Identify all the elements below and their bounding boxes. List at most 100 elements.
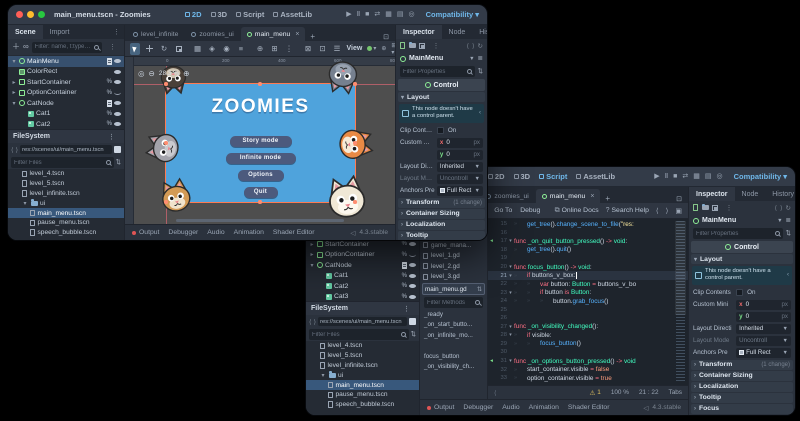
- section-layout[interactable]: ▾ Layout: [398, 92, 485, 102]
- history-back-icon[interactable]: ⟨: [466, 42, 469, 50]
- pause-button[interactable]: Ⅱ: [665, 173, 668, 181]
- visibility-icon[interactable]: [114, 100, 121, 107]
- close-icon[interactable]: ×: [590, 193, 594, 200]
- visibility-icon[interactable]: [114, 58, 121, 65]
- lock-node-button[interactable]: ⊠: [303, 43, 313, 55]
- stop-button[interactable]: ■: [673, 173, 677, 181]
- method-item[interactable]: [420, 341, 487, 352]
- history-tab[interactable]: History: [472, 25, 487, 39]
- maximize-window-icon[interactable]: [38, 11, 45, 18]
- remote-debug-icon[interactable]: ⇄: [682, 173, 688, 181]
- method-item[interactable]: _on_start_butto...: [420, 320, 487, 331]
- dock-menu-icon[interactable]: ⋮: [109, 28, 124, 36]
- zoom-in-icon[interactable]: ⊕: [183, 69, 189, 78]
- nav-forward-icon[interactable]: ⟩: [314, 318, 317, 326]
- open-node-dock-icon[interactable]: ≣: [786, 216, 791, 226]
- import-dock-tab[interactable]: Import: [43, 25, 77, 39]
- shader-editor-panel-button[interactable]: Shader Editor: [568, 404, 610, 411]
- min-size-y-field[interactable]: y 0 px: [436, 149, 483, 160]
- property-sort-icon[interactable]: ⇅: [478, 67, 483, 77]
- tab-2d[interactable]: 2D: [487, 172, 505, 181]
- script-badge-icon[interactable]: [107, 100, 112, 107]
- script-badge-icon[interactable]: [107, 58, 112, 65]
- code-line-21[interactable]: 21 ▾» if buttons_v_box:: [488, 271, 688, 280]
- goto-menu[interactable]: Go To: [494, 207, 512, 214]
- tab-3d[interactable]: 3D: [210, 10, 227, 19]
- visibility-icon[interactable]: [409, 262, 416, 269]
- 2d-viewport[interactable]: 0 200 400 600 800 ZOOMIES Story mode Inf…: [125, 57, 395, 224]
- resource-menu-icon[interactable]: ⋮: [722, 204, 737, 212]
- editor-zoom-label[interactable]: 100 %: [611, 389, 629, 396]
- tree-node-colorrect[interactable]: ColorRect: [8, 67, 124, 78]
- tree-node-mainmenu[interactable]: ▾ MainMenu: [8, 56, 124, 67]
- file-row[interactable]: level_4.tscn: [306, 341, 419, 351]
- load-resource-icon[interactable]: [701, 203, 709, 210]
- tab-3d[interactable]: 3D: [513, 172, 530, 181]
- history-forward-icon[interactable]: ⟩: [780, 204, 783, 212]
- code-line-19[interactable]: 19: [488, 254, 688, 263]
- file-row[interactable]: speech_bubble.tscn: [8, 228, 124, 238]
- scene-tree[interactable]: ▾ MainMenu ColorRect ▸ StartContainer % …: [8, 55, 124, 129]
- code-editor[interactable]: 15» get_tree (). change_scene_to_file("res:…: [488, 219, 688, 399]
- filter-methods-input[interactable]: Filter Methods: [424, 297, 483, 308]
- tree-node-startcontainer[interactable]: ▸ StartContainer %: [8, 77, 124, 88]
- history-tab[interactable]: History: [765, 187, 795, 201]
- current-script-item[interactable]: main_menu.gd ⇅: [422, 283, 485, 295]
- audio-panel-button[interactable]: Audio: [207, 229, 224, 236]
- new-resource-icon[interactable]: [400, 42, 405, 49]
- move-tool-button[interactable]: [145, 43, 155, 55]
- window-titlebar[interactable]: main_menu.tscn - Zoomies 2D 3D Script As…: [8, 5, 487, 25]
- code-minimap[interactable]: [675, 221, 686, 383]
- filter-files-input[interactable]: Filter Files: [309, 329, 409, 340]
- tree-node-optioncontainer[interactable]: ▸ OptionContainer %: [8, 88, 124, 99]
- tree-node-cat3[interactable]: Cat3 %: [306, 292, 419, 302]
- visibility-off-icon[interactable]: [409, 252, 416, 258]
- play-button[interactable]: ▶: [346, 11, 351, 19]
- preview-mode-dropdown[interactable]: ▾: [367, 45, 376, 52]
- visibility-icon[interactable]: [114, 79, 121, 86]
- folder-row-ui[interactable]: ▾ ui: [306, 370, 419, 380]
- play-button[interactable]: ▶: [654, 173, 659, 181]
- scene-dock-tab[interactable]: Scene: [8, 25, 43, 39]
- scene-tab-zoomies-ui[interactable]: zoomies_ui: [480, 189, 534, 203]
- inspector-tab[interactable]: Inspector: [689, 187, 735, 201]
- layout-direction-select[interactable]: Inherited ▼: [736, 323, 791, 334]
- script-item[interactable]: level_1.gd: [420, 251, 487, 262]
- expand-icon[interactable]: ⊡: [672, 195, 686, 203]
- scene-tab-main-menu[interactable]: main_menu ×: [535, 189, 601, 203]
- save-resource-icon[interactable]: [712, 204, 718, 211]
- remote-debug-icon[interactable]: ⇄: [374, 11, 380, 19]
- output-panel-button[interactable]: Output: [132, 229, 159, 236]
- layout-mode-select[interactable]: Uncontroll ▼: [736, 335, 791, 346]
- warnings-badge[interactable]: ⚠ 1: [590, 389, 601, 397]
- save-resource-icon[interactable]: [419, 42, 425, 49]
- section-container-sizing[interactable]: › Container Sizing: [398, 208, 485, 219]
- sort-scripts-icon[interactable]: ⇅: [477, 286, 482, 293]
- code-line-15[interactable]: 15» get_tree (). change_scene_to_file("res:: [488, 220, 688, 229]
- sort-files-icon[interactable]: ⇅: [411, 330, 416, 340]
- history-back-icon[interactable]: ⟨: [774, 204, 777, 212]
- filter-properties-input[interactable]: Filter Properties: [693, 228, 783, 239]
- layout-mode-select[interactable]: Uncontroll ▼: [436, 173, 483, 184]
- section-tooltip[interactable]: › Tooltip: [691, 392, 793, 403]
- code-line-22[interactable]: 22»» var button: Button = buttons_v_bo: [488, 280, 688, 289]
- tree-node-cat2[interactable]: Cat2 %: [306, 281, 419, 292]
- tree-node-cat1[interactable]: Cat1 %: [8, 109, 124, 120]
- movie-maker-button[interactable]: ◎: [409, 11, 415, 19]
- view-menu[interactable]: View: [347, 45, 363, 52]
- mute-icon[interactable]: ◁: [350, 229, 355, 237]
- renderer-dropdown[interactable]: Compatibility ▾: [426, 10, 479, 19]
- script-back-icon[interactable]: ⟨: [656, 207, 659, 215]
- indent-type-label[interactable]: Tabs: [669, 389, 683, 396]
- tree-node-catnode[interactable]: ▾ CatNode: [306, 260, 419, 271]
- section-focus[interactable]: › Focus: [691, 403, 793, 414]
- script-item[interactable]: game_mana...: [420, 240, 487, 251]
- load-resource-icon[interactable]: [408, 41, 416, 48]
- filesystem-menu-icon[interactable]: ⋮: [104, 133, 119, 141]
- shader-editor-panel-button[interactable]: Shader Editor: [273, 229, 315, 236]
- instance-scene-button[interactable]: ∞: [23, 42, 29, 52]
- code-line-16[interactable]: 16: [488, 229, 688, 238]
- search-help-button[interactable]: ? Search Help: [606, 207, 649, 214]
- code-line-30[interactable]: 30: [488, 348, 688, 357]
- script-badge-icon[interactable]: [402, 262, 407, 269]
